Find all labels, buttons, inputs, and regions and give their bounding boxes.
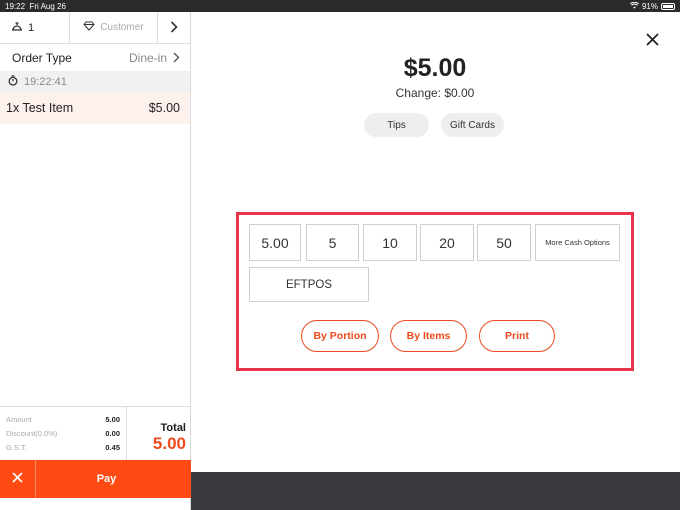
item-name: 1x Test Item <box>6 101 74 115</box>
seat-count: 1 <box>28 21 35 34</box>
grand-total: Total 5.00 <box>127 407 191 460</box>
battery-icon <box>661 2 675 10</box>
cash-option-button[interactable]: 5.00 <box>249 224 301 261</box>
wifi-icon <box>629 1 640 11</box>
order-type-value-wrap: Dine-in <box>129 50 180 66</box>
stopwatch-icon <box>8 75 18 89</box>
amount-line: Amount 5.00 <box>6 412 120 426</box>
cash-option-button[interactable]: 10 <box>363 224 417 261</box>
gst-value: 0.45 <box>105 442 120 452</box>
totals-lines: Amount 5.00 Discount(0.0%) 0.00 G.S.T. 0… <box>0 407 127 460</box>
order-totals: Amount 5.00 Discount(0.0%) 0.00 G.S.T. 0… <box>0 406 191 460</box>
eftpos-button[interactable]: EFTPOS <box>249 267 369 302</box>
cancel-payment-button[interactable] <box>0 460 36 498</box>
order-type-label: Order Type <box>12 50 72 65</box>
order-timer: 19:22:41 <box>0 72 190 92</box>
item-price: $5.00 <box>148 101 180 115</box>
close-icon <box>645 30 659 50</box>
gst-line: G.S.T. 0.45 <box>6 440 120 454</box>
order-header: 1 Customer <box>0 12 190 44</box>
close-button[interactable] <box>643 31 661 49</box>
bell-icon <box>10 20 24 35</box>
status-bar: 19:22 Fri Aug 26 91% <box>0 0 680 12</box>
close-icon <box>12 470 23 488</box>
split-by-portion-button[interactable]: By Portion <box>301 320 379 352</box>
chevron-right-icon <box>173 50 180 66</box>
amount-label: Amount <box>6 414 32 424</box>
gift-cards-button[interactable]: Gift Cards <box>441 113 504 137</box>
header-chevron-right-button[interactable] <box>158 12 190 43</box>
status-time: 19:22 <box>5 1 26 11</box>
customer-label: Customer <box>100 22 144 33</box>
amount-due: $5.00 <box>403 54 467 82</box>
list-item[interactable]: 1x Test Item $5.00 <box>0 92 190 124</box>
cash-option-button[interactable]: 50 <box>477 224 531 261</box>
cash-option-button[interactable]: 20 <box>420 224 474 261</box>
seat-count-button[interactable]: 1 <box>0 12 70 43</box>
split-by-items-button[interactable]: By Items <box>390 320 467 352</box>
pay-bar: Pay <box>0 460 191 498</box>
pay-button[interactable]: Pay <box>36 473 191 485</box>
discount-label: Discount(0.0%) <box>6 428 58 438</box>
print-button[interactable]: Print <box>479 320 555 352</box>
customer-button[interactable]: Customer <box>70 12 158 43</box>
amount-value: 5.00 <box>105 414 120 424</box>
battery-percent: 91% <box>641 1 658 11</box>
total-value: 5.00 <box>152 433 186 453</box>
status-right: 91% <box>629 1 675 11</box>
total-label: Total <box>160 421 186 434</box>
order-type-value: Dine-in <box>128 50 167 65</box>
chevron-right-icon <box>170 20 178 36</box>
order-type-row[interactable]: Order Type Dine-in <box>0 44 190 72</box>
status-time-date: 19:22 Fri Aug 26 <box>5 2 66 11</box>
discount-value: 0.00 <box>105 428 120 438</box>
change-text: Change: $0.00 <box>395 86 475 100</box>
timer-value: 19:22:41 <box>24 76 67 88</box>
discount-line: Discount(0.0%) 0.00 <box>6 426 120 440</box>
gst-label: G.S.T. <box>6 442 27 452</box>
status-date: Fri Aug 26 <box>29 1 66 11</box>
more-cash-options-button[interactable]: More Cash Options <box>535 224 620 261</box>
diamond-icon <box>83 21 95 34</box>
cash-option-button[interactable]: 5 <box>306 224 359 261</box>
tips-button[interactable]: Tips <box>364 113 429 137</box>
bottom-bar <box>191 472 680 510</box>
